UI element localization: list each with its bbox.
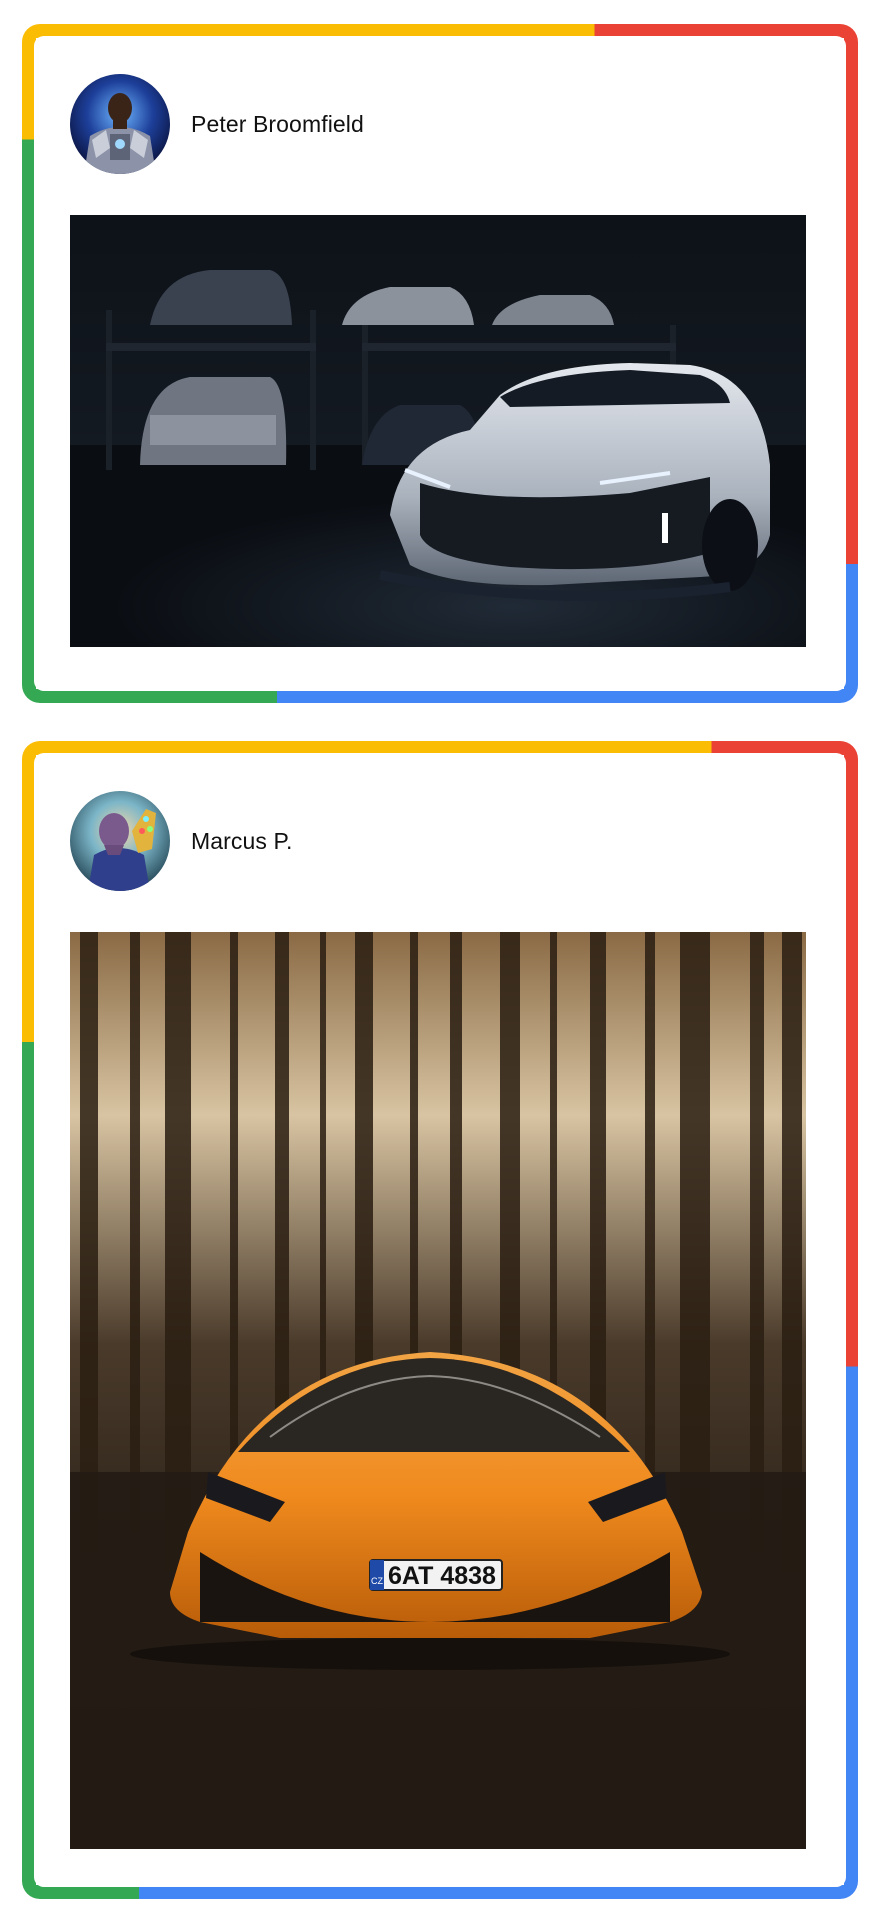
post-author[interactable]: Marcus P. xyxy=(70,791,292,891)
plate-country-code: CZ xyxy=(371,1576,383,1586)
titan-with-gauntlet-avatar-icon xyxy=(70,791,170,891)
post-photo[interactable] xyxy=(70,215,806,647)
forest-supercar-photo-icon: CZ 6AT 4838 xyxy=(70,932,806,1849)
post-card: Peter Broomfield xyxy=(22,24,858,703)
post-feed: Peter Broomfield Marcus P. CZ 6AT 4838 xyxy=(0,0,880,1920)
post-card-body: Peter Broomfield xyxy=(34,36,846,691)
license-plate-text: 6AT 4838 xyxy=(388,1562,496,1590)
avatar[interactable] xyxy=(70,74,170,174)
garage-sports-car-photo-icon xyxy=(70,215,806,647)
post-card: Marcus P. CZ 6AT 4838 xyxy=(22,741,858,1899)
author-name[interactable]: Peter Broomfield xyxy=(191,111,364,138)
armored-hero-avatar-icon xyxy=(70,74,170,174)
post-photo[interactable]: CZ 6AT 4838 xyxy=(70,932,806,1849)
post-card-body: Marcus P. CZ 6AT 4838 xyxy=(34,753,846,1887)
post-author[interactable]: Peter Broomfield xyxy=(70,74,364,174)
author-name[interactable]: Marcus P. xyxy=(191,828,292,855)
avatar[interactable] xyxy=(70,791,170,891)
